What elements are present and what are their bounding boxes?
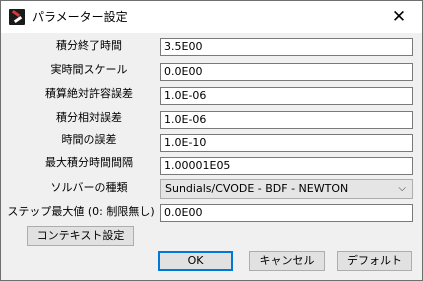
solver-type-label: ソルバーの種類: [50, 181, 128, 194]
time-error-label: 時間の誤差: [61, 133, 117, 146]
max-step-interval-label: 最大積分時間間隔: [45, 156, 133, 169]
max-steps-field[interactable]: 0.0E00: [160, 204, 413, 222]
close-button[interactable]: ✕: [376, 1, 422, 33]
time-error-field[interactable]: 1.0E-10: [160, 134, 413, 152]
abs-tolerance-label: 積算絶対許容誤差: [45, 87, 133, 100]
abs-tolerance-field[interactable]: 1.0E-06: [160, 87, 413, 105]
parameter-settings-dialog: パラメーター設定 ✕ 積分終了時間 3.5E00 実時間スケール 0.0E00 …: [0, 0, 423, 281]
realtime-scale-field[interactable]: 0.0E00: [160, 63, 413, 81]
context-settings-button[interactable]: コンテキスト設定: [27, 226, 134, 246]
rel-tolerance-field[interactable]: 1.0E-06: [160, 111, 413, 129]
close-icon: ✕: [391, 6, 407, 27]
default-button[interactable]: デフォルト: [337, 251, 412, 271]
solver-selected-value: Sundials/CVODE - BDF - NEWTON: [165, 182, 349, 195]
cancel-button[interactable]: キャンセル: [249, 251, 325, 271]
chevron-down-icon: ⌵: [398, 183, 406, 194]
rel-tolerance-label: 積分相対誤差: [56, 111, 122, 124]
end-time-label: 積分終了時間: [56, 39, 122, 52]
ok-button[interactable]: OK: [158, 251, 233, 271]
title-bar: パラメーター設定 ✕: [1, 1, 422, 33]
realtime-scale-label: 実時間スケール: [50, 63, 128, 76]
end-time-field[interactable]: 3.5E00: [160, 38, 413, 56]
solver-type-select[interactable]: Sundials/CVODE - BDF - NEWTON ⌵: [160, 179, 413, 199]
window-title: パラメーター設定: [32, 10, 128, 24]
app-icon: [9, 9, 25, 25]
max-step-interval-field[interactable]: 1.00001E05: [160, 157, 413, 175]
max-steps-label: ステップ最大値 (0: 制限無し): [7, 205, 155, 218]
